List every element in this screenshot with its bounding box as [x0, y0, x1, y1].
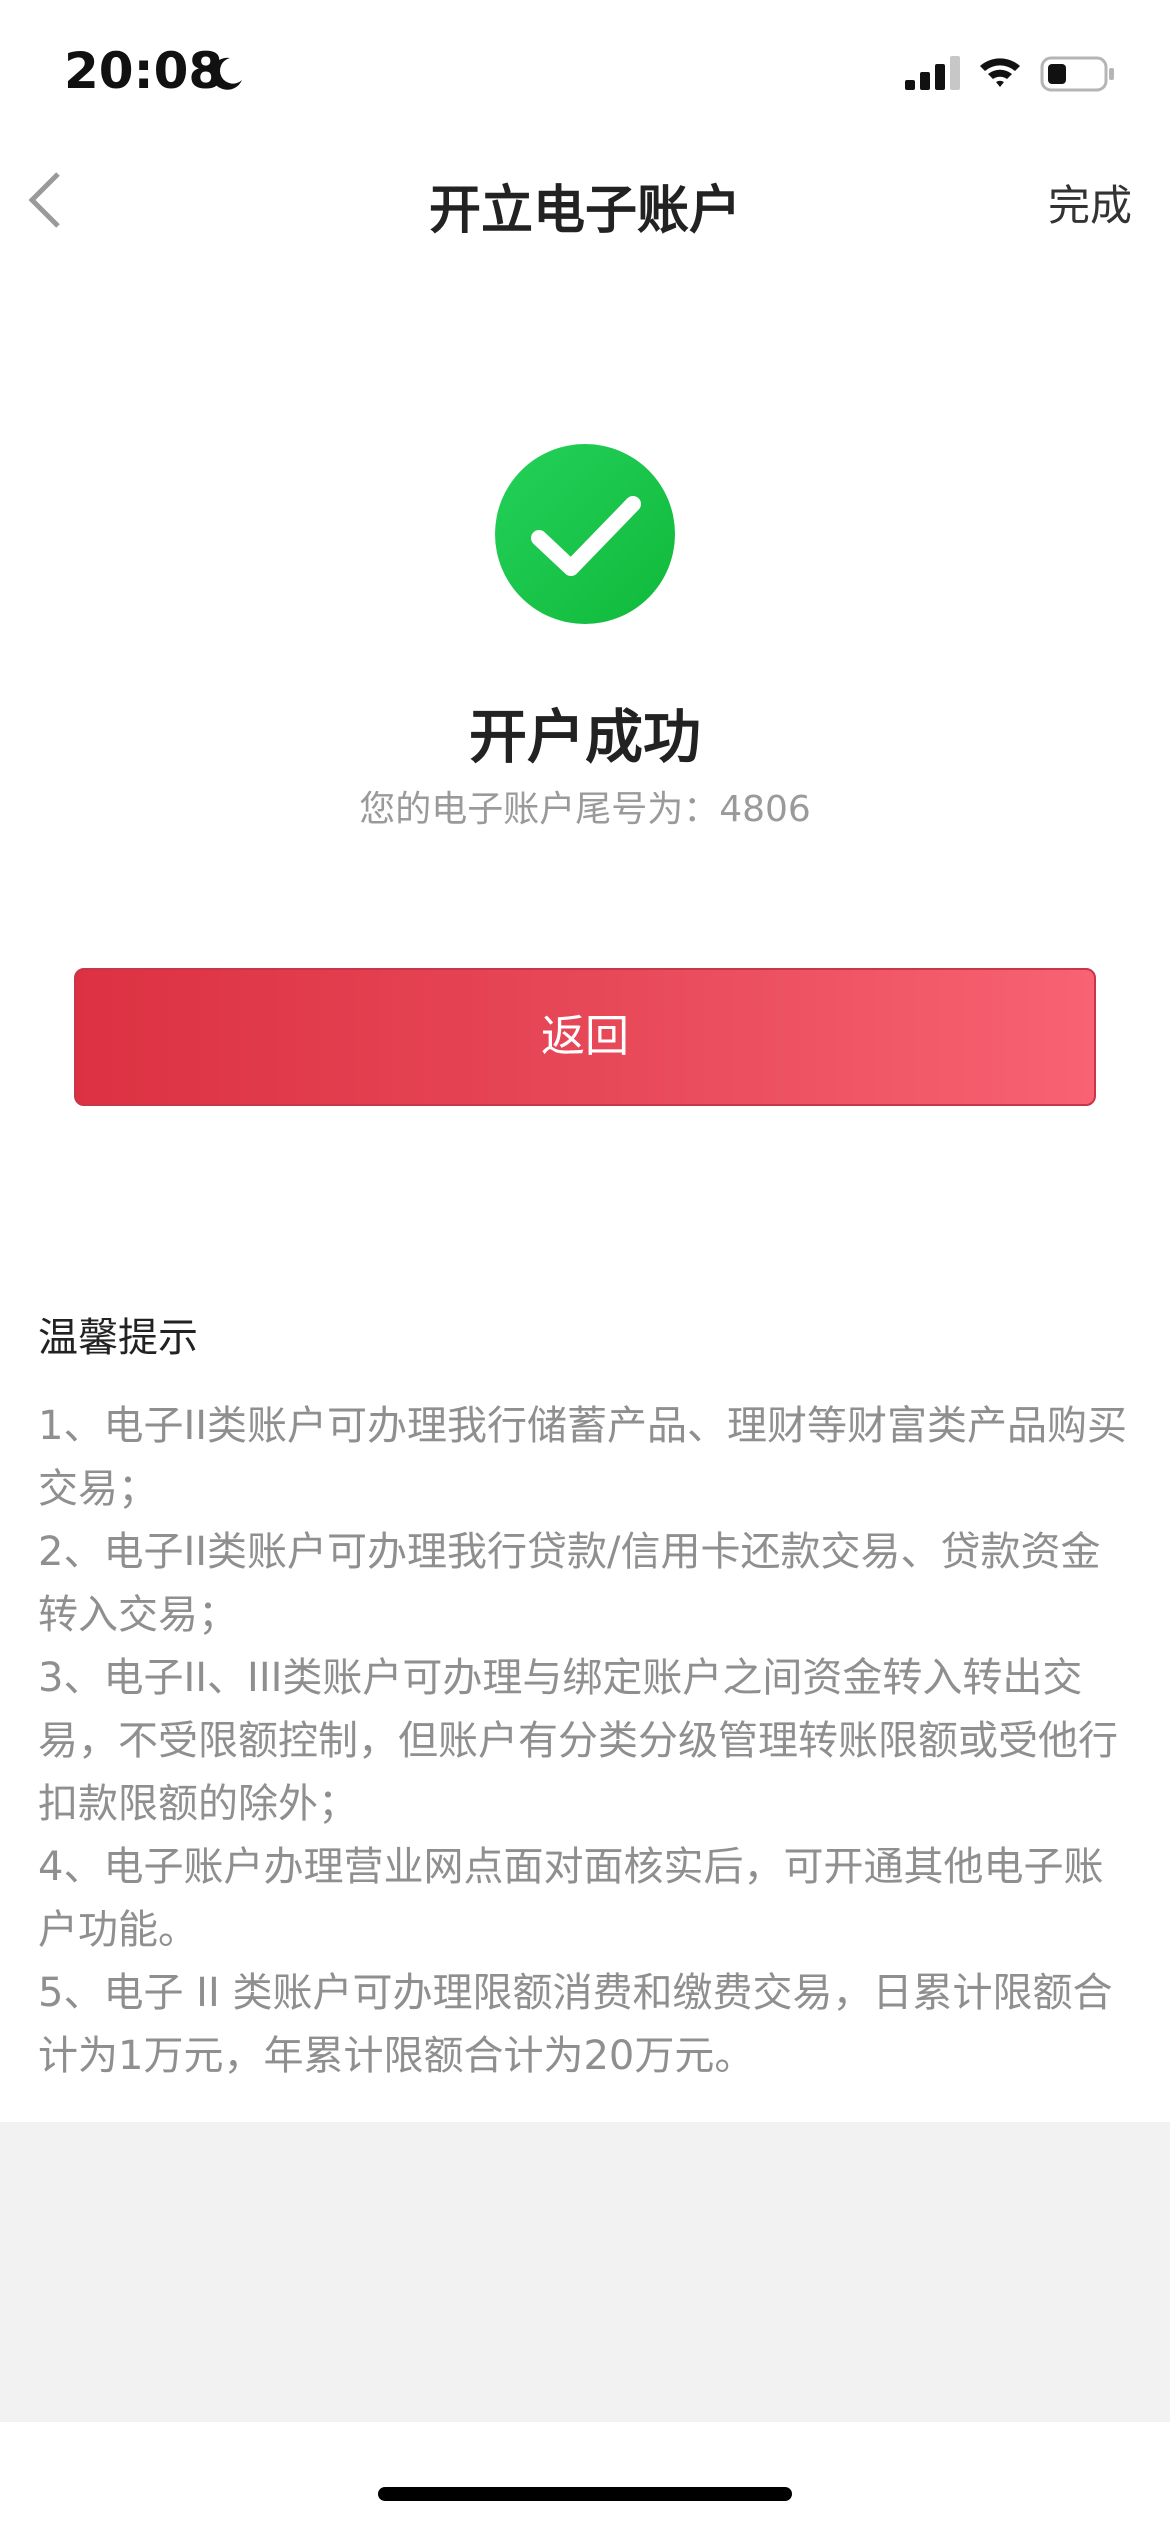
status-time: 20:08 [64, 42, 224, 100]
moon-icon [211, 57, 242, 90]
tip-item: 1、电子II类账户可办理我行储蓄产品、理财等财富类产品购买交易； [38, 1403, 1128, 1512]
wifi-icon [980, 58, 1020, 87]
tips-title: 温馨提示 [38, 1315, 198, 1361]
tip-item: 3、电子II、III类账户可办理与绑定账户之间资金转入转出交易，不受限额控制，但… [38, 1655, 1118, 1827]
tip-item: 5、电子 II 类账户可办理限额消费和缴费交易，日累计限额合计为1万元，年累计限… [38, 1970, 1113, 2079]
home-indicator[interactable] [378, 2487, 792, 2501]
done-button[interactable]: 完成 [1048, 172, 1132, 233]
page-title: 开立电子账户 [428, 181, 741, 241]
check-circle-icon [495, 444, 675, 624]
tip-item: 2、电子II类账户可办理我行贷款/信用卡还款交易、贷款资金转入交易； [38, 1529, 1101, 1638]
nav-bar: 开立电子账户 完成 [0, 150, 1170, 250]
signal-icon [905, 56, 960, 90]
bottom-gray-area [0, 2122, 1170, 2422]
success-title: 开户成功 [468, 703, 701, 771]
return-button[interactable]: 返回 [74, 968, 1096, 1106]
account-tail-number: 您的电子账户尾号为：4806 [359, 789, 811, 830]
tip-item: 4、电子账户办理营业网点面对面核实后，可开通其他电子账户功能。 [38, 1844, 1104, 1953]
status-bar: 20:08 [0, 0, 1170, 150]
tips-list: 1、电子II类账户可办理我行储蓄产品、理财等财富类产品购买交易； 2、电子II类… [38, 1395, 1138, 2088]
battery-icon [1040, 56, 1114, 92]
